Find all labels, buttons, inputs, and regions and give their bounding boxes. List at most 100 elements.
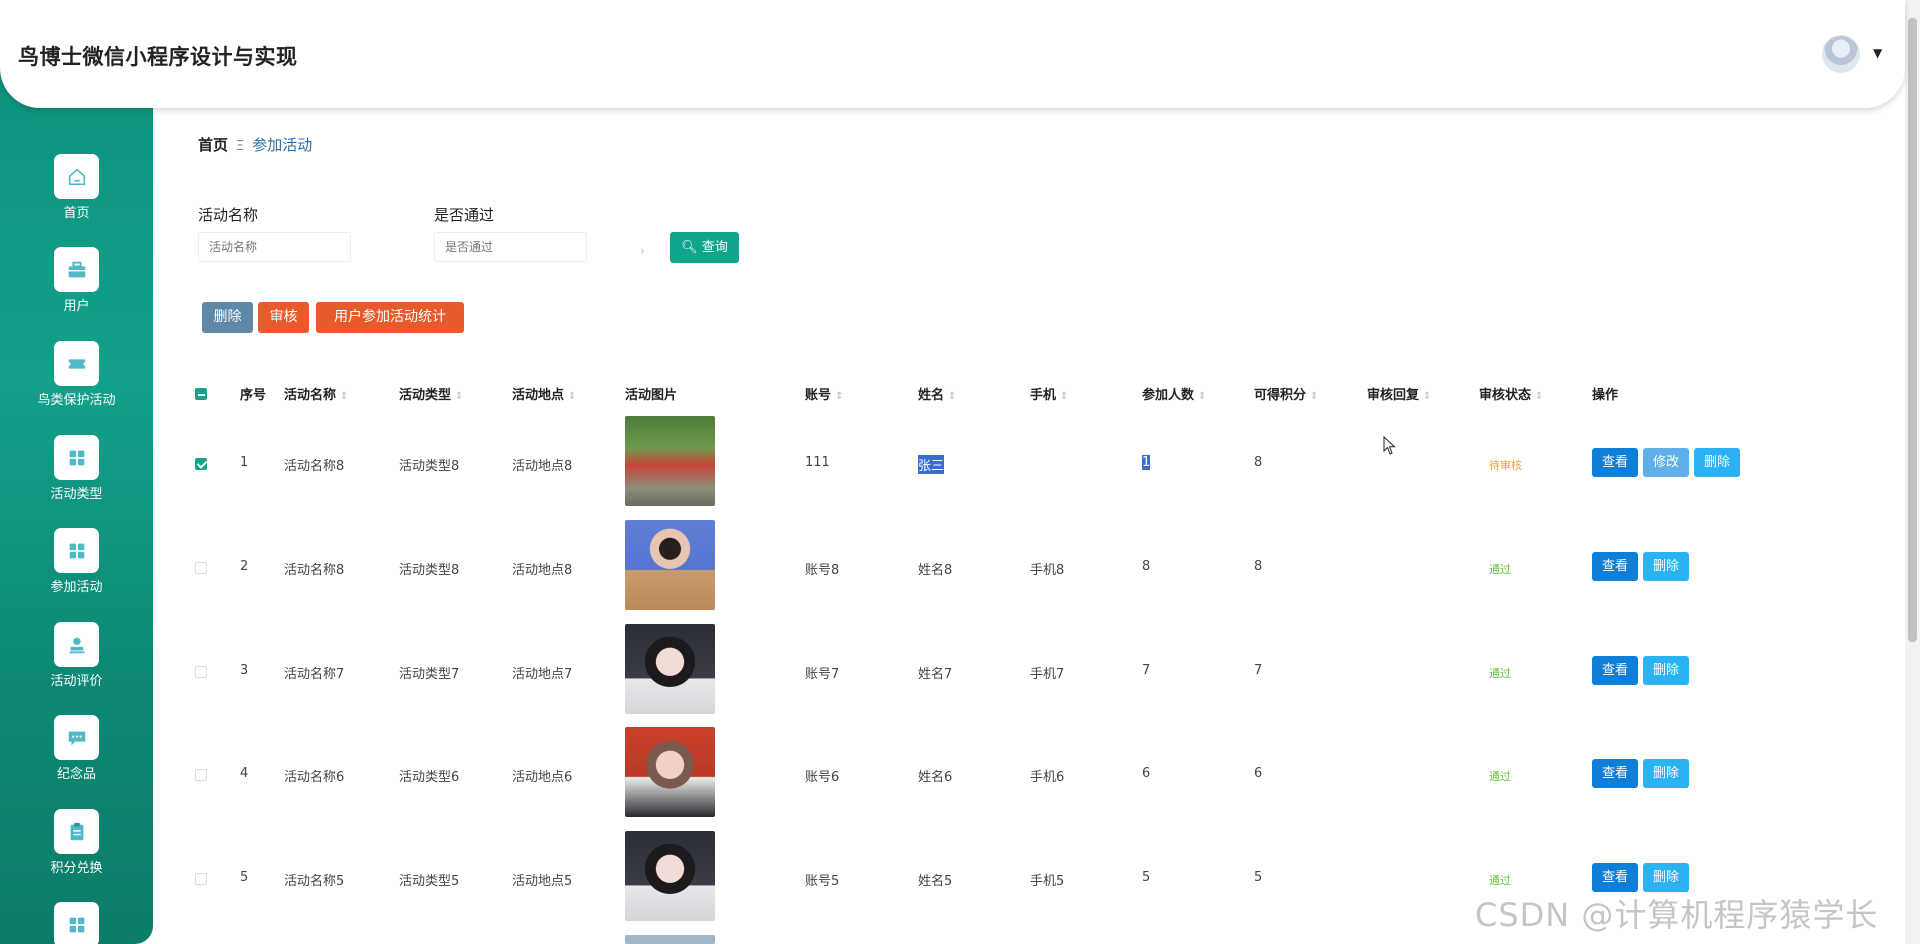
row-participant-count: 7 [1142,663,1151,678]
col-phone[interactable]: 手机 ⇕ [1030,384,1068,403]
view-button[interactable]: 查看 [1592,656,1638,685]
sidebar-item-bird-protection[interactable]: 鸟类保护活动 [0,341,153,429]
col-label: 姓名 [918,388,945,403]
row-account: 账号6 [805,770,840,785]
sidebar-item-label: 用户 [63,299,90,314]
activity-image[interactable] [625,831,715,921]
col-points[interactable]: 可得积分 ⇕ [1254,384,1318,403]
view-button[interactable]: 查看 [1592,448,1638,477]
breadcrumb-home[interactable]: 首页 [198,136,228,154]
delete-button[interactable]: 删除 [1694,448,1740,477]
row-phone: 手机7 [1030,667,1065,682]
status-badge: 通过 [1489,874,1511,887]
sidebar-item-label: 活动类型 [50,487,103,502]
view-button[interactable]: 查看 [1592,759,1638,788]
row-activity-name: 活动名称5 [284,874,345,889]
activity-image[interactable] [625,520,715,610]
row-index: 4 [240,766,249,781]
sidebar-item-activity-review[interactable]: 活动评价 [0,622,153,710]
col-activity-place[interactable]: 活动地点 ⇕ [512,384,576,403]
briefcase-icon [54,247,99,292]
sort-icon[interactable]: ⇕ [1060,391,1068,402]
row-checkbox[interactable] [195,562,207,574]
delete-button[interactable]: 删除 [1643,863,1689,892]
row-index: 1 [240,455,249,470]
status-badge: 通过 [1489,770,1511,783]
home-icon [54,154,99,199]
vertical-scrollbar[interactable] [1905,0,1920,944]
col-person-name[interactable]: 姓名 ⇕ [918,384,956,403]
col-participant-count[interactable]: 参加人数 ⇕ [1142,384,1206,403]
row-activity-place: 活动地点7 [512,667,573,682]
delete-button[interactable]: 删除 [1643,656,1689,685]
top-header: 鸟博士微信小程序设计与实现 ▼ [0,0,1905,108]
sort-icon[interactable]: ⇕ [1423,391,1431,402]
select-all-checkbox[interactable] [195,388,207,400]
edit-button[interactable]: 修改 [1643,448,1689,477]
activity-image[interactable] [625,416,715,506]
row-points: 8 [1254,559,1263,574]
col-label: 账号 [805,388,832,403]
col-label: 活动名称 [284,388,337,403]
activity-name-input[interactable] [198,232,351,262]
sidebar-item-label: 纪念品 [56,767,96,782]
avatar[interactable] [1822,35,1860,73]
activity-image[interactable] [625,727,715,817]
col-account[interactable]: 账号 ⇕ [805,384,843,403]
view-button[interactable]: 查看 [1592,552,1638,581]
row-account: 账号5 [805,874,840,889]
breadcrumb-separator: Ξ [236,139,245,154]
sidebar-item-home[interactable]: 首页 [0,154,153,242]
row-person-name: 姓名6 [918,770,953,785]
sort-icon[interactable]: ⇕ [1535,391,1543,402]
is-passed-select[interactable] [434,232,587,262]
col-audit-reply[interactable]: 审核回复 ⇕ [1367,384,1431,403]
delete-button[interactable]: 删除 [1643,552,1689,581]
row-activity-type: 活动类型5 [399,874,460,889]
batch-delete-button[interactable]: 删除 [202,302,253,333]
caret-down-icon[interactable]: ▼ [1873,46,1882,60]
sort-icon[interactable]: ⇕ [455,391,463,402]
row-activity-type: 活动类型6 [399,770,460,785]
breadcrumb: 首页 Ξ 参加活动 [198,134,312,155]
sort-icon[interactable]: ⇕ [1198,391,1206,402]
sidebar-item-souvenir[interactable]: 纪念品 [0,715,153,803]
col-label: 活动类型 [399,388,452,403]
row-checkbox[interactable] [195,666,207,678]
col-activity-name[interactable]: 活动名称 ⇕ [284,384,348,403]
audit-button[interactable]: 审核 [258,302,309,333]
delete-button[interactable]: 删除 [1643,759,1689,788]
sidebar-item-label: 鸟类保护活动 [37,393,116,408]
status-badge: 待审核 [1489,459,1522,472]
col-label: 审核状态 [1479,388,1532,403]
sort-icon[interactable]: ⇕ [340,391,348,402]
row-checkbox[interactable] [195,458,207,470]
sidebar-item-activity-type[interactable]: 活动类型 [0,435,153,523]
scrollbar-thumb[interactable] [1908,18,1917,642]
col-activity-type[interactable]: 活动类型 ⇕ [399,384,463,403]
sidebar-item-more[interactable] [0,902,153,944]
col-audit-status[interactable]: 审核状态 ⇕ [1479,384,1543,403]
row-checkbox[interactable] [195,873,207,885]
query-button[interactable]: 🔍︎ 查询 [670,232,739,263]
activity-image[interactable] [625,935,715,944]
row-index: 5 [240,870,249,885]
stats-button[interactable]: 用户参加活动统计 [316,302,464,333]
activity-image[interactable] [625,624,715,714]
sort-icon[interactable]: ⇕ [835,391,843,402]
sort-icon[interactable]: ⇕ [948,391,956,402]
sort-icon[interactable]: ⇕ [1310,391,1318,402]
row-activity-type: 活动类型8 [399,563,460,578]
sidebar-item-points-exchange[interactable]: 积分兑换 [0,809,153,897]
row-activity-name: 活动名称6 [284,770,345,785]
view-button[interactable]: 查看 [1592,863,1638,892]
row-checkbox[interactable] [195,769,207,781]
sort-icon[interactable]: ⇕ [568,391,576,402]
row-participant-count: 6 [1142,766,1151,781]
col-activity-image: 活动图片 [625,388,678,403]
sidebar-item-users[interactable]: 用户 [0,247,153,335]
main-content: 首页 Ξ 参加活动 活动名称 是否通过 › 🔍︎ 查询 删除 审核 用户参加活动统计… [153,108,1905,944]
sidebar-item-join-activity[interactable]: 参加活动 [0,528,153,616]
col-label: 参加人数 [1142,388,1195,403]
row-participant-count: 1 [1142,455,1151,470]
